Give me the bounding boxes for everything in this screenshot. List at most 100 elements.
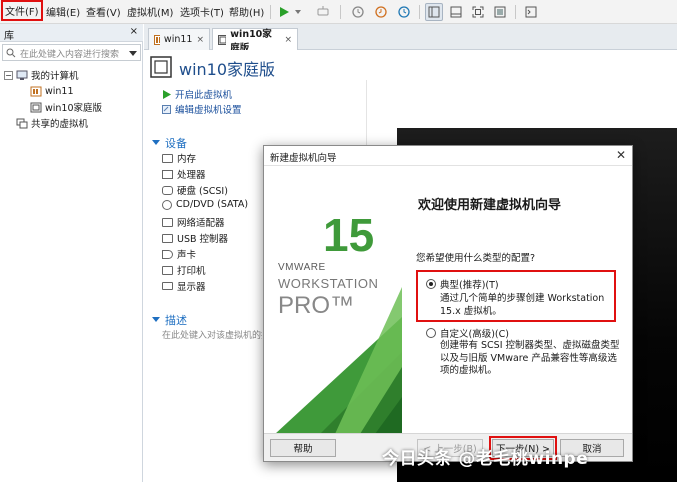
brand-version: 15 <box>323 209 375 261</box>
option-label: 自定义(高级)(C) <box>440 329 509 340</box>
toolbar-separator <box>340 5 341 19</box>
tree-label: win11 <box>45 85 74 97</box>
harddisk-icon <box>162 185 173 195</box>
library-search[interactable]: 在此处键入内容进行搜索 <box>2 44 141 61</box>
device-memory[interactable]: 内存 <box>162 151 196 165</box>
menu-help[interactable]: 帮助(H) <box>229 4 264 19</box>
device-display[interactable]: 显示器 <box>162 279 206 293</box>
library-header: 库 × <box>0 24 143 42</box>
computer-icon <box>16 70 28 80</box>
vm-icon <box>154 34 160 45</box>
device-label: 打印机 <box>177 266 206 277</box>
new-vm-wizard-dialog: 新建虚拟机向导 ✕ 15 VMWARE WORKSTATION PRO™ 欢迎使… <box>263 145 633 462</box>
unity-icon[interactable] <box>491 3 509 21</box>
tree-shared-vms[interactable]: 共享的虚拟机 <box>16 115 88 131</box>
device-label: USB 控制器 <box>177 234 229 245</box>
collapse-icon <box>152 140 160 145</box>
brand-edition: PRO™ <box>278 292 355 319</box>
power-on-link[interactable]: 开启此虚拟机 <box>162 87 232 101</box>
tree-my-computer[interactable]: − 我的计算机 <box>4 67 79 83</box>
revert-snapshot-icon[interactable] <box>372 3 390 21</box>
tree-item-win10[interactable]: win10家庭版 <box>30 99 102 115</box>
close-icon[interactable]: × <box>130 26 138 37</box>
dialog-titlebar: 新建虚拟机向导 ✕ <box>264 146 632 166</box>
device-usb[interactable]: USB 控制器 <box>162 231 228 245</box>
link-label: 开启此虚拟机 <box>175 90 233 101</box>
vm-icon <box>30 86 42 96</box>
device-cdrom[interactable]: CD/DVD (SATA) <box>162 199 248 210</box>
section-label: 设备 <box>165 137 187 150</box>
search-icon <box>6 48 16 58</box>
device-label: 硬盘 (SCSI) <box>177 186 228 197</box>
library-title: 库 <box>4 31 14 42</box>
collapse-icon[interactable]: − <box>4 70 13 80</box>
chevron-down-icon[interactable] <box>129 49 137 60</box>
device-label: 声卡 <box>177 250 197 261</box>
cd-icon <box>162 199 172 210</box>
menu-file[interactable]: 文件(F) <box>1 0 43 21</box>
dialog-title: 新建虚拟机向导 <box>270 153 337 164</box>
play-icon <box>163 89 171 99</box>
close-icon[interactable]: ✕ <box>616 148 626 162</box>
thumbnail-bar-icon[interactable] <box>447 3 465 21</box>
power-dropdown-icon[interactable] <box>293 3 303 21</box>
vm-icon <box>218 35 227 45</box>
toolbar-separator <box>270 5 271 19</box>
shared-vm-icon <box>16 118 28 128</box>
vm-large-icon <box>150 56 172 78</box>
tab-label: win11 <box>163 34 193 45</box>
edit-settings-link[interactable]: 编辑虚拟机设置 <box>162 102 242 116</box>
page-title: win10家庭版 <box>179 60 276 79</box>
send-keys-icon[interactable] <box>314 3 332 21</box>
menu-tabs[interactable]: 选项卡(T) <box>180 4 224 19</box>
menu-edit[interactable]: 编辑(E) <box>46 4 80 19</box>
device-label: 内存 <box>177 154 197 165</box>
device-sound[interactable]: 声卡 <box>162 247 196 261</box>
search-placeholder: 在此处键入内容进行搜索 <box>20 50 120 60</box>
brand-product: WORKSTATION <box>278 276 379 291</box>
tree-label: win10家庭版 <box>45 103 103 114</box>
tab-win10[interactable]: win10家庭版 × <box>212 28 298 54</box>
menu-vm[interactable]: 虚拟机(M) <box>127 4 173 19</box>
device-harddisk[interactable]: 硬盘 (SCSI) <box>162 183 228 197</box>
fullscreen-icon[interactable] <box>469 3 487 21</box>
speaker-icon <box>162 249 173 259</box>
show-library-icon[interactable] <box>425 3 443 21</box>
vm-icon <box>30 102 42 112</box>
option-custom[interactable]: 自定义(高级)(C) <box>426 326 509 340</box>
highlight-box <box>416 270 616 322</box>
device-processor[interactable]: 处理器 <box>162 167 206 181</box>
description-section-title[interactable]: 描述 <box>152 312 187 328</box>
device-network[interactable]: 网络适配器 <box>162 215 225 229</box>
snapshot-manager-icon[interactable] <box>395 3 413 21</box>
tree-label: 我的计算机 <box>31 71 79 82</box>
menu-view[interactable]: 查看(V) <box>86 4 121 19</box>
tab-win11[interactable]: win11 × <box>148 28 210 50</box>
brand-panel: 15 VMWARE WORKSTATION PRO™ <box>265 167 402 434</box>
collapse-icon <box>152 317 160 322</box>
option-custom-desc: 创建带有 SCSI 控制器类型、虚拟磁盘类型以及与旧版 VMware 产品兼容性… <box>440 340 620 376</box>
printer-icon <box>162 265 173 275</box>
device-label: 处理器 <box>177 170 206 181</box>
menu-bar: 文件(F) 编辑(E) 查看(V) 虚拟机(M) 选项卡(T) 帮助(H) <box>0 0 677 24</box>
network-icon <box>162 217 173 227</box>
brand-vendor: VMWARE <box>278 262 326 273</box>
close-icon[interactable]: × <box>196 35 204 45</box>
usb-icon <box>162 233 173 243</box>
console-icon[interactable] <box>522 3 540 21</box>
tree-label: 共享的虚拟机 <box>31 119 89 130</box>
help-button[interactable]: 帮助 <box>270 439 336 457</box>
tree-item-win11[interactable]: win11 <box>30 83 74 99</box>
power-on-icon[interactable] <box>275 3 293 21</box>
description-field[interactable]: 在此处键入对该虚拟机的描 <box>162 328 262 341</box>
close-icon[interactable]: × <box>284 35 292 45</box>
device-printer[interactable]: 打印机 <box>162 263 206 277</box>
toolbar-separator <box>419 5 420 19</box>
config-question: 您希望使用什么类型的配置? <box>416 253 536 264</box>
memory-icon <box>162 153 173 163</box>
snapshot-icon[interactable] <box>349 3 367 21</box>
devices-section-title[interactable]: 设备 <box>152 135 187 151</box>
radio-custom[interactable] <box>426 328 436 338</box>
library-panel: 库 × 在此处键入内容进行搜索 − 我的计算机 win11 win10家庭版 共… <box>0 24 143 482</box>
device-label: CD/DVD (SATA) <box>176 199 249 210</box>
